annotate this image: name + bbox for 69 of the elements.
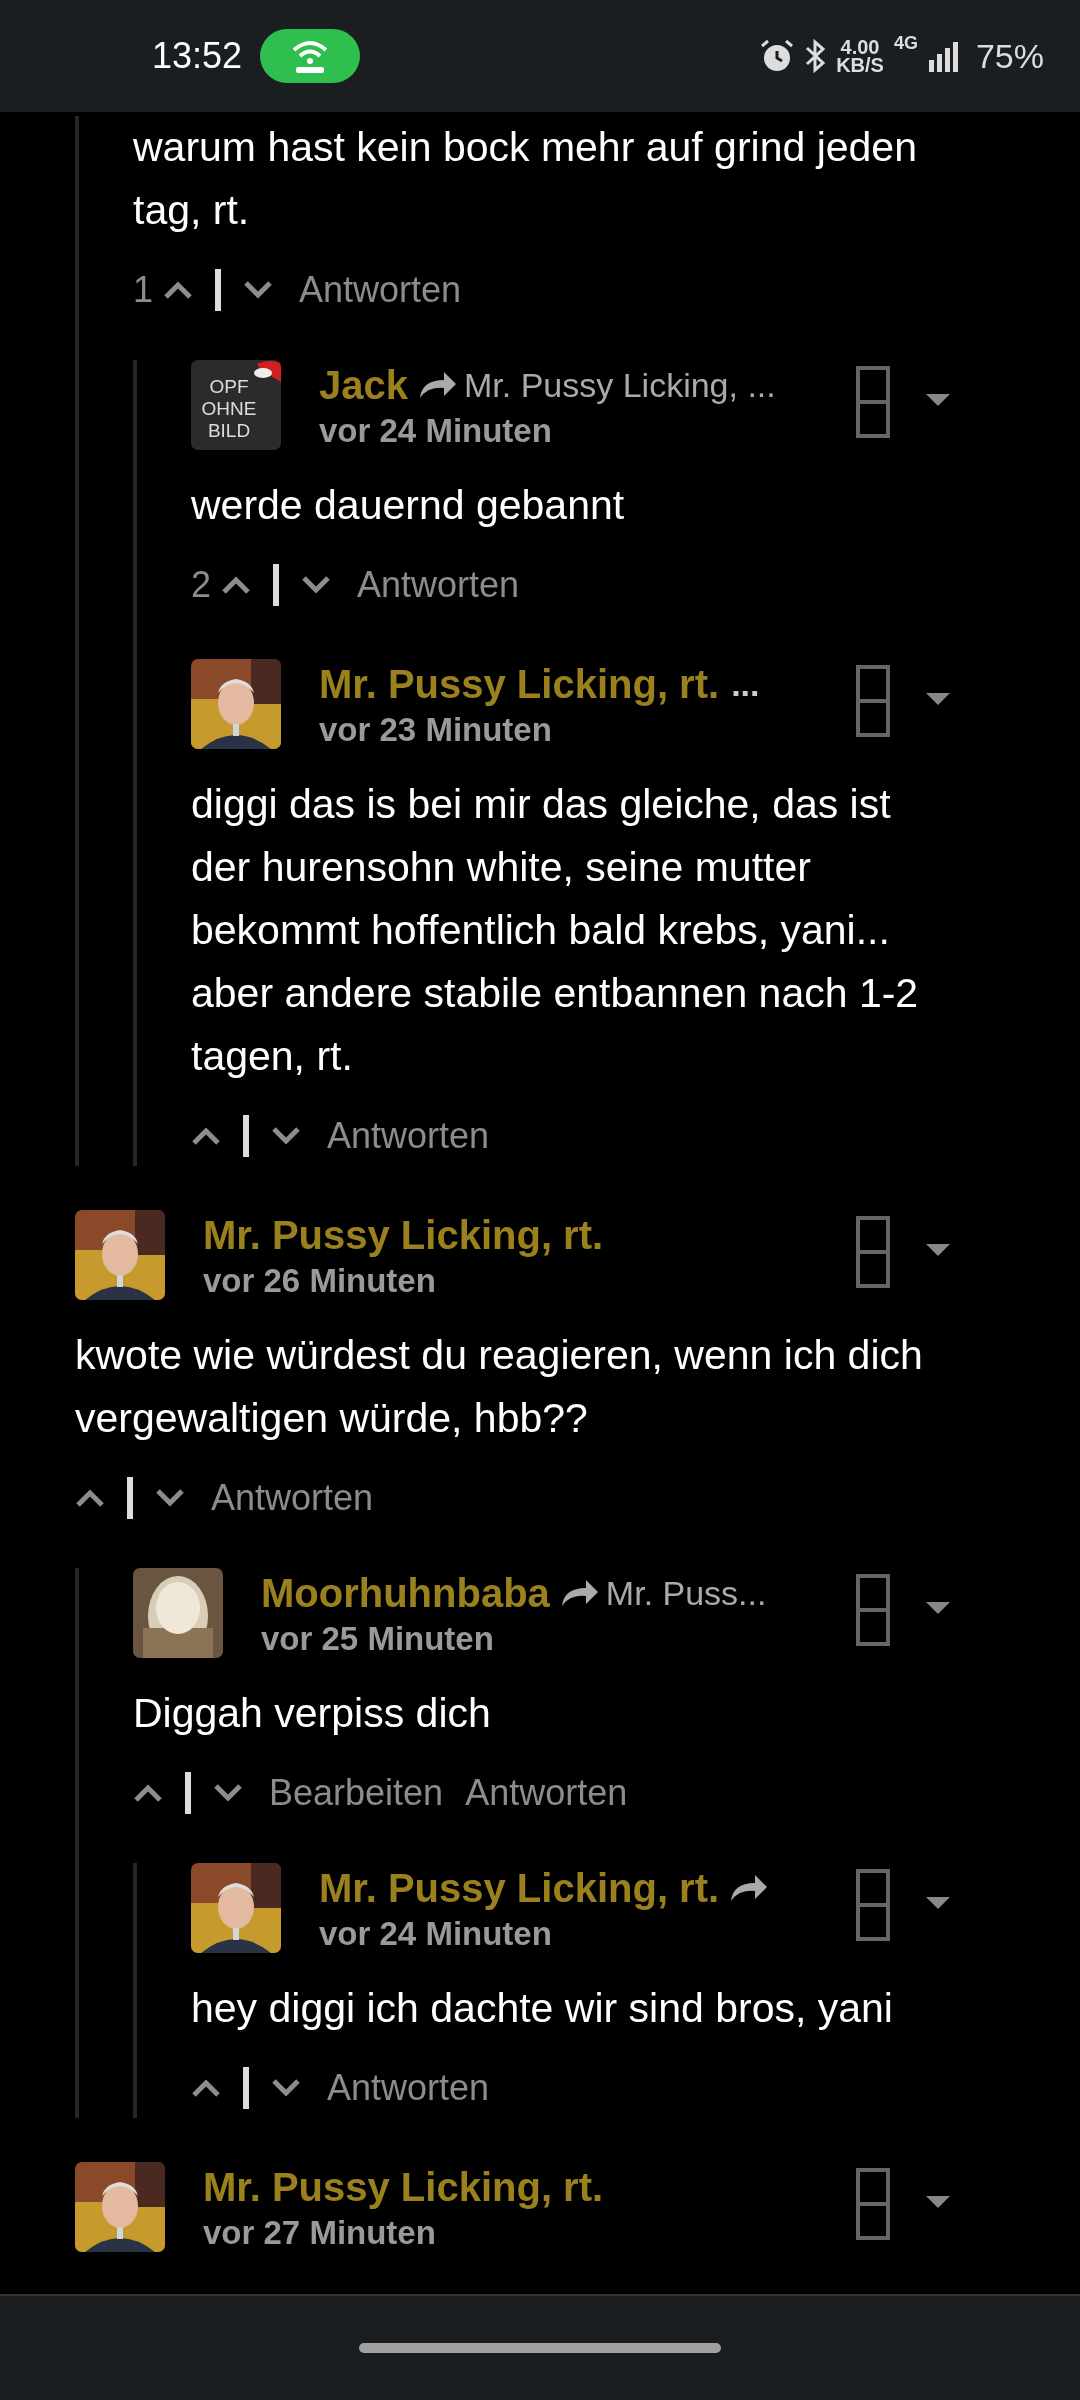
ellipsis: ... (731, 664, 760, 704)
caret-icon[interactable] (926, 1244, 950, 1258)
bluetooth-icon (804, 39, 827, 73)
caret-icon[interactable] (926, 693, 950, 707)
comment-text: werde dauernd gebannt (191, 481, 626, 530)
action-link[interactable]: Antworten (465, 1772, 628, 1814)
hotspot-indicator[interactable] (260, 29, 361, 83)
comment-time: vor 27 Minuten (203, 2214, 437, 2252)
author-name[interactable]: Jack (319, 362, 408, 408)
upvote-icon[interactable] (133, 1783, 163, 1803)
network-type: 4G (893, 32, 918, 54)
downvote-icon[interactable] (271, 1126, 301, 1146)
action-link[interactable]: Antworten (327, 2067, 490, 2109)
reply-target[interactable]: Mr. Puss... (605, 1573, 767, 1613)
avatar-placeholder[interactable]: OPF OHNE BILD (191, 360, 281, 450)
vote-count: 2 (191, 564, 212, 606)
more-icon[interactable] (856, 665, 890, 737)
signal-icon (927, 40, 960, 72)
action-link[interactable]: Antworten (327, 1115, 490, 1157)
upvote-icon[interactable] (163, 280, 194, 300)
upvote-icon[interactable] (75, 1488, 105, 1508)
comment-time: vor 24 Minuten (319, 1915, 553, 1953)
author-name[interactable]: Mr. Pussy Licking, rt. (319, 1865, 720, 1911)
avatar-text: OPF (209, 376, 249, 398)
more-icon[interactable] (856, 1869, 890, 1941)
upvote-icon[interactable] (191, 2078, 221, 2098)
more-icon[interactable] (856, 366, 890, 438)
downvote-icon[interactable] (155, 1488, 185, 1508)
downvote-icon[interactable] (243, 280, 274, 300)
author-name[interactable]: Mr. Pussy Licking, rt. (203, 2164, 604, 2210)
comment-text: kwote wie würdest du reagieren, wenn ich dich vergewaltigen würde, hbb?? (75, 1331, 924, 1443)
caret-icon[interactable] (926, 1897, 950, 1911)
caret-icon[interactable] (926, 2196, 950, 2210)
action-link[interactable]: Antworten (357, 564, 520, 606)
avatar-text: BILD (207, 420, 251, 442)
upvote-icon[interactable] (191, 1126, 221, 1146)
downvote-icon[interactable] (213, 1783, 243, 1803)
more-icon[interactable] (856, 1574, 890, 1646)
author-name[interactable]: Moorhuhnbaba (261, 1570, 550, 1616)
caret-icon[interactable] (926, 394, 950, 408)
comment-text: Diggah verpiss dich (133, 1689, 492, 1738)
network-speed: 4.00 (840, 38, 880, 56)
more-icon[interactable] (856, 2168, 890, 2240)
comment-time: vor 24 Minuten (319, 412, 553, 450)
comment-time: vor 23 Minuten (319, 711, 553, 749)
downvote-icon[interactable] (301, 575, 332, 595)
reply-target[interactable]: Mr. Pussy Licking, ... (464, 365, 776, 405)
santa-hat-icon (253, 360, 281, 384)
speed-unit: KB/S (836, 56, 884, 74)
comment-time: vor 25 Minuten (261, 1620, 495, 1658)
comment-time: vor 26 Minuten (203, 1262, 437, 1300)
home-handle[interactable] (359, 2343, 721, 2353)
downvote-icon[interactable] (271, 2078, 301, 2098)
status-time: 13:52 (152, 35, 243, 77)
action-link[interactable]: Antworten (299, 269, 462, 311)
battery-level: 75% (975, 36, 1044, 76)
alarm-icon (760, 39, 795, 73)
comment-text: hey diggi ich dachte wir sind bros, yani (191, 1984, 894, 2033)
action-link[interactable]: Bearbeiten (269, 1772, 444, 1814)
caret-icon[interactable] (926, 1602, 950, 1616)
action-link[interactable]: Antworten (211, 1477, 374, 1519)
author-name[interactable]: Mr. Pussy Licking, rt. (203, 1212, 604, 1258)
upvote-icon[interactable] (221, 575, 252, 595)
vote-count: 1 (133, 269, 154, 311)
author-name[interactable]: Mr. Pussy Licking, rt. (319, 661, 720, 707)
comment-text: warum hast kein bock mehr auf grind jeden tag, rt. (133, 123, 918, 235)
more-icon[interactable] (856, 1216, 890, 1288)
comment-text: diggi das is bei mir das gleiche, das ist der hurensohn white, seine mutter bekommt hoffentlich bald krebs, yani... aber andere stabile entbannen nach 1-2 tagen, rt. (191, 780, 920, 1081)
avatar-text: OHNE (201, 398, 257, 420)
